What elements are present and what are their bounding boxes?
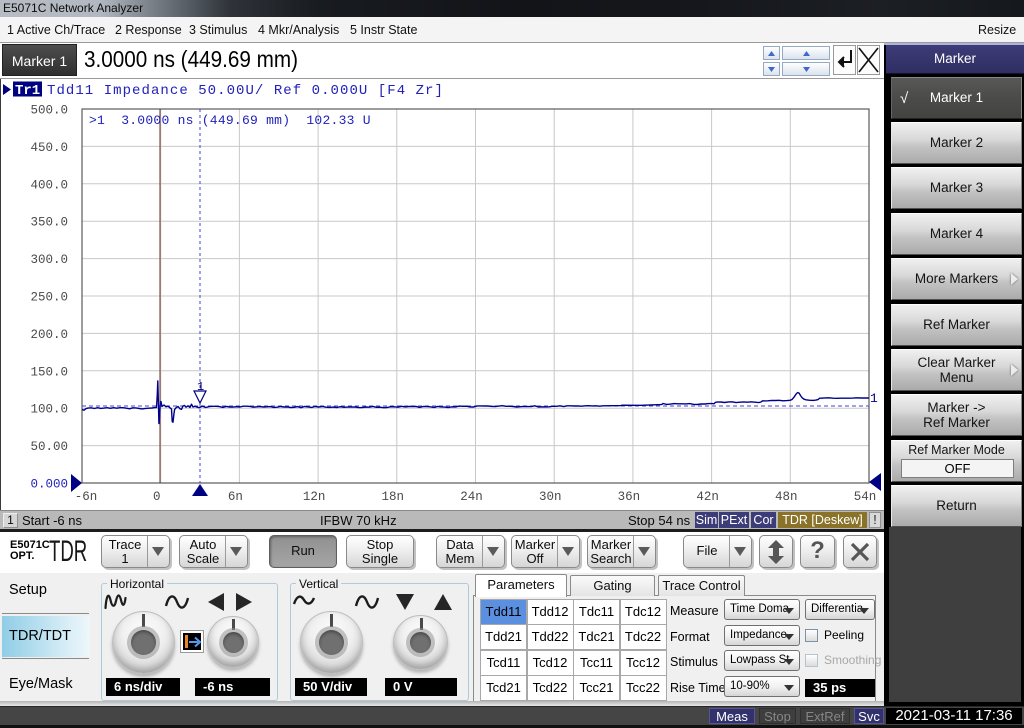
svg-text:0: 0: [153, 490, 161, 504]
svg-text:250.0: 250.0: [30, 291, 68, 305]
svg-text:1: 1: [197, 380, 204, 394]
svg-text:50.00: 50.00: [30, 440, 68, 454]
svg-text:300.0: 300.0: [30, 253, 68, 267]
svg-text:24n: 24n: [460, 490, 483, 504]
svg-text:Tdd11 Impedance 50.00U/ Ref 0.: Tdd11 Impedance 50.00U/ Ref 0.000U [F4 Z…: [47, 83, 444, 99]
svg-text:6n: 6n: [228, 490, 243, 504]
svg-text:150.0: 150.0: [30, 365, 68, 379]
svg-text:0.000: 0.000: [30, 478, 68, 492]
svg-text:42n: 42n: [696, 490, 719, 504]
svg-text:36n: 36n: [618, 490, 641, 504]
svg-text:100.0: 100.0: [30, 403, 68, 417]
svg-text:>1 3.0000 ns (449.69 mm) 102: >1 3.0000 ns (449.69 mm) 102.33 U: [89, 113, 371, 128]
svg-text:18n: 18n: [382, 490, 405, 504]
svg-text:54n: 54n: [854, 490, 877, 504]
svg-text:1: 1: [870, 391, 878, 406]
svg-text:350.0: 350.0: [30, 216, 68, 230]
svg-text:48n: 48n: [775, 490, 798, 504]
svg-text:200.0: 200.0: [30, 328, 68, 342]
svg-text:500.0: 500.0: [30, 104, 68, 118]
svg-text:-6n: -6n: [75, 490, 98, 504]
svg-text:30n: 30n: [539, 490, 562, 504]
svg-text:400.0: 400.0: [30, 178, 68, 192]
svg-text:450.0: 450.0: [30, 141, 68, 155]
svg-text:12n: 12n: [303, 490, 326, 504]
svg-text:Tr1: Tr1: [15, 83, 40, 99]
